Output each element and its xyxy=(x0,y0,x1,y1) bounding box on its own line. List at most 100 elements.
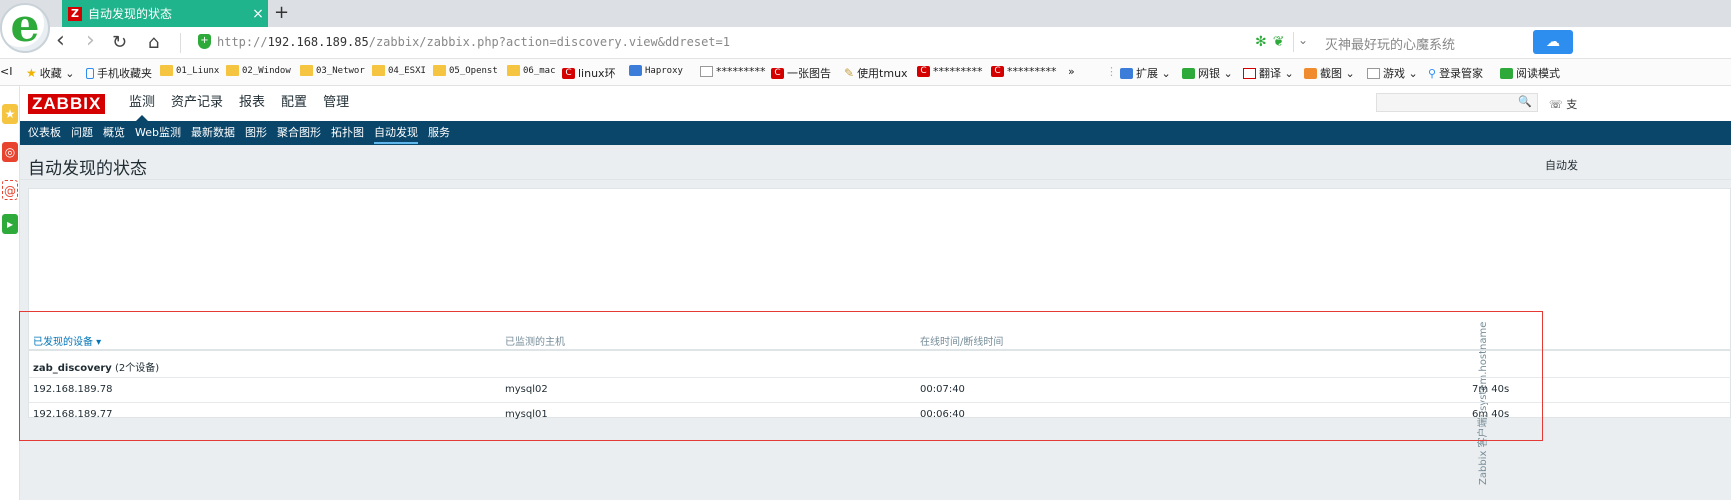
sub-menu-maps[interactable]: 拓扑图 xyxy=(326,121,369,145)
csdn-icon: C xyxy=(771,67,784,79)
toolbar-games[interactable]: 游戏 ⌄ xyxy=(1367,65,1418,81)
column-header-discovered-device[interactable]: 已发现的设备 ▾ xyxy=(33,333,101,348)
divider xyxy=(180,33,181,53)
row-divider xyxy=(29,377,1731,378)
pen-icon: ✎ xyxy=(844,66,855,80)
bookmark-icon xyxy=(629,65,642,76)
chevron-down-icon[interactable]: ⌄ xyxy=(1298,33,1308,47)
browser-side-strip: ★ ◎ @ ▸ xyxy=(0,86,20,500)
table-cell-ip: 192.168.189.77 xyxy=(33,409,113,420)
sub-menu-screens[interactable]: 聚合图形 xyxy=(272,121,326,145)
bookmark-mobile[interactable]: 手机收藏夹 xyxy=(86,65,152,81)
bookmark-link[interactable]: C 一张图告 xyxy=(771,65,831,81)
row-divider xyxy=(29,402,1731,403)
sub-menu-overview[interactable]: 概览 xyxy=(98,121,130,145)
weibo-icon[interactable]: ◎ xyxy=(2,142,18,162)
url-input[interactable]: http://192.168.189.85/zabbix/zabbix.php?… xyxy=(217,35,730,49)
sub-menu-discovery[interactable]: 自动发现 xyxy=(369,121,423,145)
sub-menu-services[interactable]: 服务 xyxy=(423,121,455,145)
sub-menu-problems[interactable]: 问题 xyxy=(66,121,98,145)
page-title: 自动发现的状态 xyxy=(28,159,147,179)
cloud-sync-button[interactable]: ☁ xyxy=(1533,30,1573,54)
bank-icon xyxy=(1182,67,1195,79)
bookmark-link[interactable]: C ********* xyxy=(991,65,1057,78)
phone-icon xyxy=(86,67,94,79)
zabbix-top-nav: ZABBIX 监测 资产记录 报表 配置 管理 🔍 ☏ 支 xyxy=(20,86,1731,121)
main-menu-inventory[interactable]: 资产记录 xyxy=(163,86,231,121)
bookmark-folder[interactable]: 02_Window xyxy=(226,65,291,76)
forward-button[interactable]: › xyxy=(86,28,95,53)
bookmark-link[interactable]: ********* xyxy=(700,65,766,78)
address-bar: ‹ › ↻ ⌂ + http://192.168.189.85/zabbix/z… xyxy=(0,27,1731,59)
search-input[interactable]: 灭神最好玩的心魔系统 xyxy=(1325,34,1455,53)
bookmark-link[interactable]: Clinux环 xyxy=(562,65,616,81)
table-cell-check: 7m 40s xyxy=(1472,384,1510,395)
more-bookmarks-button[interactable]: » xyxy=(1068,65,1075,78)
bookmark-favorites[interactable]: ★ 收藏 ⌄ xyxy=(26,65,74,81)
bookmark-folder[interactable]: 04_ESXI xyxy=(372,65,426,76)
table-cell-host[interactable]: mysql02 xyxy=(505,384,548,395)
table-cell-check: 6m 40s xyxy=(1472,409,1510,420)
video-icon[interactable]: ▸ xyxy=(2,214,18,234)
bookmark-link[interactable]: C ********* xyxy=(917,65,983,78)
book-icon xyxy=(1500,67,1513,79)
reload-button[interactable]: ↻ xyxy=(112,32,127,53)
search-icon[interactable]: 🔍 xyxy=(1518,95,1532,108)
refresh-engine-icon[interactable]: ✻❦ xyxy=(1255,34,1290,50)
star-icon[interactable]: ★ xyxy=(2,104,18,124)
toolbar-login-manager[interactable]: ⚲ 登录管家 xyxy=(1428,65,1483,81)
star-icon: ★ xyxy=(26,66,37,80)
toolbar-reading-mode[interactable]: 阅读模式 xyxy=(1500,65,1560,81)
panel-toggle-icon[interactable]: <I xyxy=(0,65,12,78)
zabbix-search-input[interactable]: 🔍 xyxy=(1376,93,1538,112)
bookmark-link[interactable]: ✎ 使用tmux xyxy=(844,65,908,81)
browser-tab-bar: Z 自动发现的状态 × + xyxy=(0,0,1731,27)
folder-icon xyxy=(372,65,385,76)
discovery-rule-filter[interactable]: 自动发 xyxy=(1545,157,1578,173)
toolbar-screenshot[interactable]: 截图 ⌄ xyxy=(1304,65,1355,81)
folder-icon xyxy=(433,65,446,76)
bookmark-folder[interactable]: 06_mac xyxy=(507,65,556,76)
main-menu-administration[interactable]: 管理 xyxy=(315,86,357,121)
sub-menu-graphs[interactable]: 图形 xyxy=(240,121,272,145)
support-link[interactable]: ☏ 支 xyxy=(1549,96,1577,112)
main-menu-reports[interactable]: 报表 xyxy=(231,86,273,121)
csdn-icon: C xyxy=(917,66,930,77)
folder-icon xyxy=(160,65,173,76)
sub-menu-dashboard[interactable]: 仪表板 xyxy=(23,121,66,145)
close-icon[interactable]: × xyxy=(248,6,268,22)
mail-icon[interactable]: @ xyxy=(2,180,18,200)
column-header-monitored-host: 已监测的主机 xyxy=(505,337,565,348)
bookmark-link[interactable]: Haproxy xyxy=(629,65,683,76)
bookmarks-bar: <I ★ 收藏 ⌄ 手机收藏夹 01_Liunx 02_Window 03_Net… xyxy=(0,59,1731,86)
divider xyxy=(1293,32,1294,52)
page-header: 自动发现的状态 自动发 xyxy=(20,145,1731,180)
translate-icon xyxy=(1243,67,1256,79)
toolbar-translate[interactable]: 翻译 ⌄ xyxy=(1243,65,1294,81)
browser-logo-icon[interactable]: e xyxy=(0,2,50,53)
table-cell-ip: 192.168.189.78 xyxy=(33,384,113,395)
sub-menu-web[interactable]: Web监测 xyxy=(130,121,186,145)
discovery-table: Zabbix 客户端: system.hostname 已发现的设备 ▾ 已监测… xyxy=(28,188,1731,485)
browser-tab-active[interactable]: Z 自动发现的状态 × xyxy=(62,0,268,27)
scissors-icon xyxy=(1304,67,1317,79)
folder-icon xyxy=(226,65,239,76)
search-icon: ⚲ xyxy=(1428,66,1437,80)
sub-menu-latest-data[interactable]: 最新数据 xyxy=(186,121,240,145)
table-cell-host[interactable]: mysql01 xyxy=(505,409,548,420)
tab-title: 自动发现的状态 xyxy=(88,7,173,21)
toolbar-extensions[interactable]: 扩展 ⌄ xyxy=(1120,65,1171,81)
main-menu-monitoring[interactable]: 监测 xyxy=(121,86,163,121)
folder-icon xyxy=(507,65,520,76)
new-tab-button[interactable]: + xyxy=(274,2,289,23)
gamepad-icon xyxy=(1367,67,1380,79)
bookmark-folder[interactable]: 05_Openst xyxy=(433,65,498,76)
toolbar-bank[interactable]: 网银 ⌄ xyxy=(1182,65,1233,81)
bookmark-folder[interactable]: 03_Networ xyxy=(300,65,365,76)
zabbix-logo[interactable]: ZABBIX xyxy=(28,94,106,114)
bookmark-folder[interactable]: 01_Liunx xyxy=(160,65,219,76)
back-button[interactable]: ‹ xyxy=(56,28,65,53)
page-body: Zabbix 客户端: system.hostname 已发现的设备 ▾ 已监测… xyxy=(20,180,1731,500)
main-menu-configuration[interactable]: 配置 xyxy=(273,86,315,121)
home-button[interactable]: ⌂ xyxy=(148,32,159,53)
